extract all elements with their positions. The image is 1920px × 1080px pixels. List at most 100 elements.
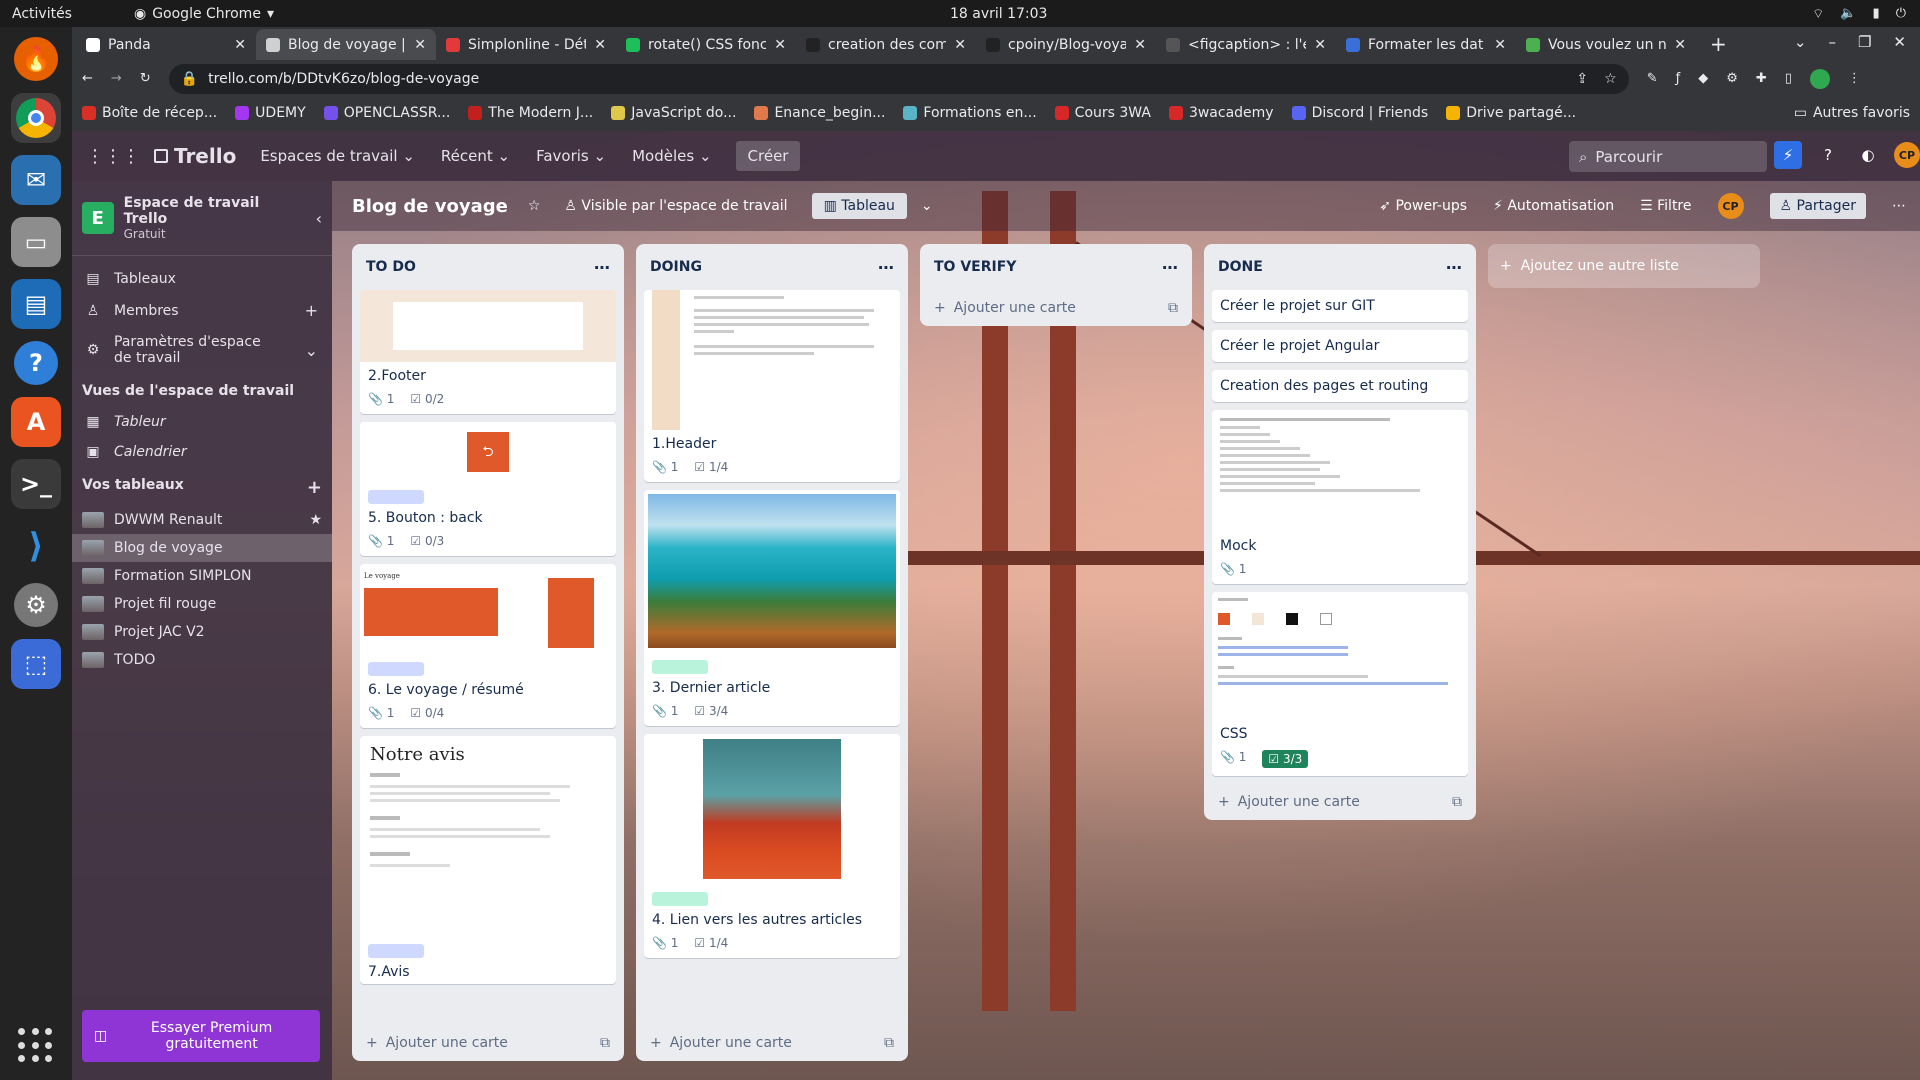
forward-icon[interactable]: → — [111, 71, 122, 86]
close-tab-icon[interactable]: ✕ — [1674, 37, 1686, 53]
activities-button[interactable]: Activités — [12, 6, 72, 22]
list-header[interactable]: DONE ⋯ — [1212, 244, 1468, 290]
powerups-button[interactable]: ➶ Power-ups — [1379, 198, 1467, 214]
member-avatar[interactable]: CP — [1717, 193, 1744, 219]
bookmark[interactable]: Cours 3WA — [1054, 105, 1151, 121]
add-list-button[interactable]: + Ajoutez une autre liste — [1488, 244, 1760, 288]
list-menu-icon[interactable]: ⋯ — [878, 258, 894, 277]
share-icon[interactable]: ⇪ — [1576, 71, 1588, 87]
close-tab-icon[interactable]: ✕ — [1134, 37, 1146, 53]
add-member-icon[interactable]: + — [305, 301, 318, 320]
nav-recent[interactable]: Récent — [441, 147, 510, 165]
sidebar-view-table[interactable]: ▦ Tableur — [72, 407, 332, 437]
sidepanel-icon[interactable]: ▯ — [1785, 71, 1792, 86]
app-menu[interactable]: ◉ Google Chrome ▾ — [134, 6, 274, 22]
extension-fx-icon[interactable]: ƒ — [1676, 71, 1681, 86]
list-header[interactable]: TO DO ⋯ — [360, 244, 616, 290]
browser-tab[interactable]: <figcaption> : l'é ✕ — [1156, 29, 1336, 60]
extensions-puzzle-icon[interactable]: ✚ — [1756, 71, 1767, 86]
close-tab-icon[interactable]: ✕ — [774, 37, 786, 53]
nav-favorites[interactable]: Favoris — [536, 147, 606, 165]
card[interactable]: CSS 📎 1 ☑ 3/3 — [1212, 592, 1468, 776]
list-header[interactable]: TO VERIFY ⋯ — [928, 244, 1184, 290]
sidebar-board-item[interactable]: Projet JAC V2 — [72, 618, 332, 646]
nav-templates[interactable]: Modèles — [632, 147, 711, 165]
card[interactable]: Notre avis 7.Avis — [360, 736, 616, 984]
tab-search-icon[interactable]: ⌄ — [1794, 33, 1807, 51]
card[interactable]: Mock 📎 1 — [1212, 410, 1468, 584]
settings-icon[interactable]: ⚙ — [14, 583, 58, 627]
star-filled-icon[interactable]: ★ — [309, 512, 322, 528]
bookmark[interactable]: Discord | Friends — [1291, 105, 1428, 121]
close-tab-icon[interactable]: ✕ — [594, 37, 606, 53]
bookmark[interactable]: Formations en... — [903, 105, 1037, 121]
menu-icon[interactable]: ⋮ — [1848, 71, 1861, 86]
browser-tab[interactable]: Simplonline - Dét ✕ — [436, 29, 616, 60]
back-icon[interactable]: ← — [82, 71, 93, 86]
clock[interactable]: 18 avril 17:03 — [950, 6, 1047, 22]
close-tab-icon[interactable]: ✕ — [1314, 37, 1326, 53]
card-label[interactable] — [652, 660, 708, 674]
collapse-sidebar-icon[interactable]: ‹ — [316, 209, 322, 228]
whats-new-icon[interactable]: ⚡ — [1774, 141, 1802, 169]
bookmark[interactable]: JavaScript do... — [611, 105, 736, 121]
card[interactable]: Le voyage 6. Le voyage / résumé 📎 1 ☑ 0/4 — [360, 564, 616, 728]
bookmark[interactable]: The Modern J... — [468, 105, 593, 121]
card-label[interactable] — [368, 944, 424, 958]
bookmark[interactable]: Drive partagé... — [1446, 105, 1576, 121]
share-button[interactable]: ♙ Partager — [1769, 193, 1866, 219]
trello-logo[interactable]: Trello — [154, 144, 236, 168]
card[interactable]: 4. Lien vers les autres articles 📎 1 ☑ 1/… — [644, 734, 900, 958]
add-card-button[interactable]: + Ajouter une carte ⧉ — [1212, 784, 1468, 820]
close-tab-icon[interactable]: ✕ — [1494, 37, 1506, 53]
browser-tab[interactable]: Blog de voyage | ✕ — [256, 29, 436, 60]
bookmark-star-icon[interactable]: ☆ — [1604, 71, 1617, 87]
add-card-button[interactable]: + Ajouter une carte ⧉ — [644, 1025, 900, 1061]
create-button[interactable]: Créer — [735, 141, 801, 171]
maximize-icon[interactable]: ❐ — [1858, 33, 1871, 51]
apps-grid-icon[interactable]: ⋮⋮⋮ — [86, 146, 140, 167]
sidebar-board-item[interactable]: Projet fil rouge — [72, 590, 332, 618]
address-bar[interactable]: 🔒 trello.com/b/DDtvK6zo/blog-de-voyage ⇪… — [168, 63, 1629, 94]
premium-button[interactable]: ◫ Essayer Premium gratuitement — [82, 1010, 320, 1062]
template-icon[interactable]: ⧉ — [884, 1035, 894, 1051]
sidebar-item-boards[interactable]: ▤ Tableaux — [72, 264, 332, 294]
automation-button[interactable]: ⚡ Automatisation — [1493, 198, 1614, 214]
workspace-logo[interactable]: E — [82, 202, 114, 234]
card[interactable]: 2.Footer 📎 1 ☑ 0/2 — [360, 290, 616, 414]
card-label[interactable] — [652, 892, 708, 906]
card[interactable]: 1.Header 📎 1 ☑ 1/4 — [644, 290, 900, 482]
search-input[interactable]: ⌕ Parcourir — [1569, 141, 1767, 172]
help-icon[interactable]: ? — [14, 341, 58, 385]
other-bookmarks[interactable]: ▭ Autres favoris — [1794, 105, 1910, 121]
more-icon[interactable]: ⋯ — [1892, 198, 1906, 214]
list-menu-icon[interactable]: ⋯ — [1162, 258, 1178, 277]
reload-icon[interactable]: ↻ — [140, 71, 151, 86]
add-card-button[interactable]: + Ajouter une carte ⧉ — [360, 1025, 616, 1061]
bookmark[interactable]: OPENCLASSR... — [323, 105, 450, 121]
card[interactable]: Creation des pages et routing — [1212, 370, 1468, 402]
browser-tab[interactable]: cpoiny/Blog-voya ✕ — [976, 29, 1156, 60]
card-label[interactable] — [368, 490, 424, 504]
terminal-icon[interactable]: >_ — [11, 459, 61, 509]
bookmark[interactable]: 3wacademy — [1168, 105, 1274, 121]
sidebar-board-item[interactable]: Formation SIMPLON — [72, 562, 332, 590]
workspace-title[interactable]: Espace de travail Trello — [124, 195, 306, 227]
sidebar-board-item[interactable]: TODO — [72, 646, 332, 674]
card[interactable]: Créer le projet Angular — [1212, 330, 1468, 362]
sidebar-board-item[interactable]: Blog de voyage — [72, 534, 332, 562]
browser-tab[interactable]: creation des com ✕ — [796, 29, 976, 60]
chevron-down-icon[interactable]: ⌄ — [921, 198, 933, 214]
software-center-icon[interactable]: A — [11, 397, 61, 447]
screenshot-icon[interactable]: ⬚ — [11, 639, 61, 689]
sidebar-board-item[interactable]: DWWM Renault ★ — [72, 506, 332, 534]
extension-icon[interactable]: ✎ — [1647, 71, 1658, 86]
close-tab-icon[interactable]: ✕ — [954, 37, 966, 53]
user-avatar[interactable]: CP — [1894, 142, 1920, 168]
list-menu-icon[interactable]: ⋯ — [594, 258, 610, 277]
star-icon[interactable]: ☆ — [528, 198, 541, 214]
bookmark[interactable]: UDEMY — [235, 105, 306, 121]
nav-workspaces[interactable]: Espaces de travail — [260, 147, 415, 165]
chrome-dock-icon[interactable] — [11, 93, 61, 143]
template-icon[interactable]: ⧉ — [600, 1035, 610, 1051]
